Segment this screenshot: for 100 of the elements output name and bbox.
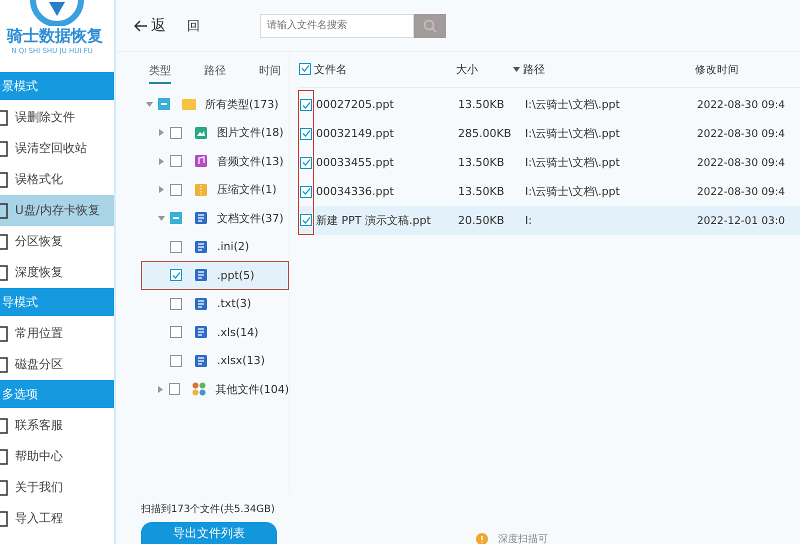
- filter-tab[interactable]: 路径: [204, 58, 226, 84]
- table-cell-text: 2022-08-30 09:4: [697, 156, 786, 168]
- tree-item[interactable]: .xls(14): [141, 318, 289, 346]
- sidebar-item[interactable]: 误清空回收站: [0, 133, 114, 164]
- checkbox[interactable]: [170, 126, 182, 139]
- table-row[interactable]: 00027205.ppt 13.50KB I:\云骑士\文档\.ppt 2022-08-30 09:4: [298, 90, 800, 119]
- table-cell-text: 13.50KB: [458, 156, 506, 169]
- tree-item[interactable]: .ini(2): [141, 232, 289, 261]
- tree-item[interactable]: .xlsx(13): [141, 346, 289, 375]
- collapsed-caret-icon[interactable]: [158, 158, 164, 165]
- filter-tab[interactable]: 类型: [149, 58, 171, 84]
- expanded-caret-icon[interactable]: [146, 100, 152, 108]
- column-header[interactable]: 路径: [523, 62, 545, 77]
- tree-item[interactable]: .txt(3): [141, 290, 289, 318]
- table-row[interactable]: 00034336.ppt 13.50KB I:\云骑士\文档\.ppt 2022-08-30 09:4: [298, 177, 800, 206]
- table-row[interactable]: 00033455.ppt 13.50KB I:\云骑士\文档\.ppt 2022-08-30 09:4: [298, 148, 800, 177]
- hint-text: 深度扫描可: [498, 532, 548, 544]
- column-header[interactable]: 文件名: [314, 62, 347, 77]
- search-button[interactable]: [414, 14, 446, 38]
- tree-item[interactable]: 图片文件(18): [141, 118, 289, 147]
- doc-file-icon: [194, 354, 208, 368]
- search-icon: [423, 18, 437, 32]
- tree-item[interactable]: .ppt(5): [141, 261, 289, 290]
- sidebar-item[interactable]: 联系客服: [0, 410, 114, 441]
- doc-file-icon: [194, 211, 208, 226]
- table-cell-text: 2022-08-30 09:4: [697, 98, 786, 110]
- collapsed-caret-icon[interactable]: [158, 186, 164, 194]
- table-cell-text: 00032149.ppt: [316, 127, 395, 140]
- filter-tab[interactable]: 时间: [259, 58, 281, 84]
- row-checkbox[interactable]: [300, 99, 312, 111]
- logo-icon: [29, 0, 85, 26]
- table-cell-text: 13.50KB: [458, 98, 506, 111]
- checkbox[interactable]: [170, 326, 182, 338]
- sidebar-item[interactable]: 误格式化: [0, 164, 114, 195]
- column-header[interactable]: 大小: [456, 62, 478, 77]
- sidebar-item[interactable]: 导入工程: [0, 503, 114, 534]
- table-cell-text: 00034336.ppt: [316, 185, 395, 198]
- tree-item[interactable]: 文档文件(37): [141, 204, 289, 232]
- search-field[interactable]: 请输入文件名搜索: [260, 14, 414, 38]
- row-checkbox[interactable]: [300, 214, 312, 226]
- collapsed-caret-icon[interactable]: [157, 386, 164, 393]
- sidebar-item[interactable]: 分区恢复: [0, 226, 114, 257]
- row-checkbox[interactable]: [300, 156, 312, 168]
- checkbox[interactable]: [170, 354, 182, 367]
- back-button[interactable]: 返 回: [133, 16, 200, 35]
- checkbox[interactable]: [170, 212, 182, 224]
- expanded-caret-icon[interactable]: [158, 214, 164, 222]
- checkbox[interactable]: [170, 184, 182, 196]
- table-cell-text: 2022-08-30 09:4: [697, 128, 786, 140]
- collapsed-caret-icon[interactable]: [158, 129, 164, 136]
- table-cell-text: I:\云骑士\文档\.ppt: [525, 126, 621, 141]
- checkbox[interactable]: [170, 155, 182, 168]
- tree-item[interactable]: 其他文件(104): [141, 375, 289, 404]
- image-file-icon: [194, 126, 208, 140]
- sidebar-item[interactable]: 深度恢复: [0, 257, 114, 288]
- table-cell-text: I:\云骑士\文档\.ppt: [525, 184, 621, 199]
- sidebar-item[interactable]: U盘/内存卡恢复: [0, 195, 114, 226]
- doc-file-icon: [194, 325, 208, 340]
- sidebar-item[interactable]: 常用位置: [0, 318, 114, 349]
- table-row[interactable]: 00032149.ppt 285.00KB I:\云骑士\文档\.ppt 2022-08-30 09:4: [298, 119, 800, 148]
- checkbox[interactable]: [170, 240, 182, 253]
- tree-item[interactable]: 所有类型(173): [141, 90, 289, 118]
- checkbox[interactable]: [158, 98, 170, 110]
- audio-file-icon: [194, 154, 208, 168]
- zip-file-icon: [194, 182, 208, 197]
- logo-title: 骑士数据恢复: [7, 26, 103, 47]
- checkbox[interactable]: [170, 298, 182, 310]
- table-cell-text: I:\云骑士\文档\.ppt: [525, 97, 621, 112]
- other-file-icon: [192, 382, 206, 396]
- back-arrow-icon: [133, 20, 148, 32]
- doc-file-icon: [194, 240, 208, 254]
- checkbox[interactable]: [169, 383, 180, 396]
- sort-caret-icon[interactable]: [513, 67, 520, 72]
- row-checkbox[interactable]: [300, 186, 312, 198]
- sidebar-item[interactable]: 帮助中心: [0, 441, 114, 472]
- table-cell-text: 20.50KB: [458, 214, 506, 227]
- column-header[interactable]: 修改时间: [695, 62, 739, 76]
- table-row[interactable]: 新建 PPT 演示文稿.ppt 20.50KB I: 2022-12-01 03:0: [298, 206, 800, 235]
- section-header: 多选项: [0, 380, 114, 408]
- sidebar-item[interactable]: 误删除文件: [0, 102, 114, 133]
- sidebar-item[interactable]: 关于我们: [0, 472, 114, 503]
- folder-file-icon: [182, 97, 196, 112]
- table-cell-text: 2022-08-30 09:4: [697, 186, 786, 198]
- sidebar-item[interactable]: 磁盘分区: [0, 349, 114, 380]
- doc-file-icon: [194, 268, 208, 282]
- checkbox[interactable]: [170, 269, 182, 282]
- table-cell-text: 285.00KB: [458, 127, 512, 140]
- table-cell-text: 00033455.ppt: [316, 156, 395, 169]
- table-cell-text: 00027205.ppt: [316, 98, 395, 111]
- table-cell-text: I:: [525, 214, 533, 227]
- table-cell-text: I:\云骑士\文档\.ppt: [525, 155, 621, 170]
- doc-file-icon: [194, 296, 208, 311]
- select-all-checkbox[interactable]: [299, 62, 311, 75]
- row-checkbox[interactable]: [300, 128, 312, 140]
- tree-item[interactable]: 压缩文件(1): [141, 176, 289, 204]
- section-header: 导模式: [0, 288, 114, 316]
- scan-summary: 扫描到173个文件(共5.34GB): [141, 502, 276, 516]
- tree-item[interactable]: 音频文件(13): [141, 147, 289, 176]
- table-cell-text: 13.50KB: [458, 185, 506, 198]
- table-cell-text: 新建 PPT 演示文稿.ppt: [316, 213, 432, 228]
